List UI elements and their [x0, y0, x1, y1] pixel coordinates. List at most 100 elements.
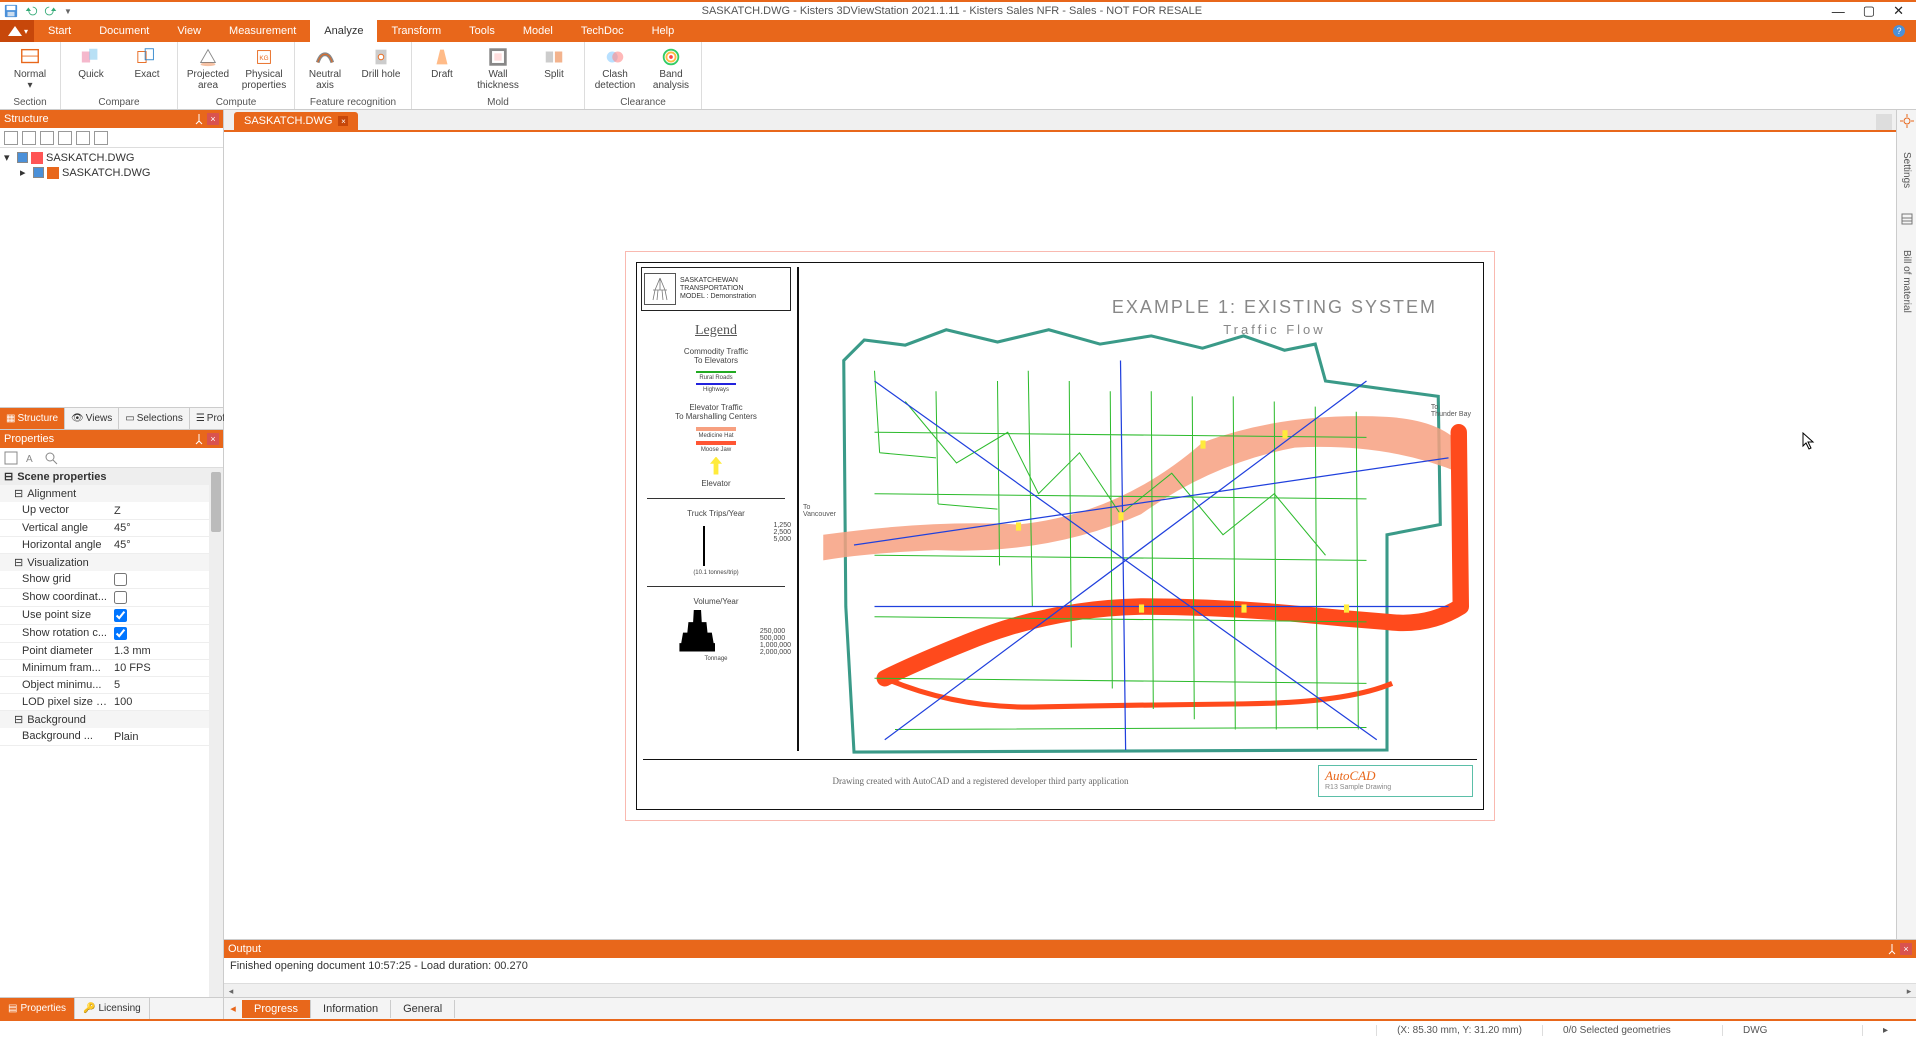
status-scroll-right[interactable]: ▸	[1862, 1025, 1908, 1036]
tree-checkbox[interactable]	[33, 167, 44, 178]
prop-value-text[interactable]: 100	[110, 694, 223, 710]
prop-value-text[interactable]: 45°	[110, 537, 223, 553]
tab-techdoc[interactable]: TechDoc	[567, 20, 638, 42]
center-area: SASKATCH.DWG × S	[224, 110, 1916, 1019]
tab-transform[interactable]: Transform	[377, 20, 455, 42]
prop-value-text[interactable]: 10 FPS	[110, 660, 223, 676]
tab-view[interactable]: View	[163, 20, 215, 42]
document-tab[interactable]: SASKATCH.DWG ×	[234, 112, 358, 130]
prop-checkbox[interactable]	[114, 609, 127, 622]
prop-value-text[interactable]: 1.3 mm	[110, 643, 223, 659]
panel-close-button[interactable]: ×	[1900, 943, 1912, 955]
panel-close-button[interactable]: ×	[207, 433, 219, 445]
band-analysis-button[interactable]: Band analysis	[647, 44, 695, 96]
tab-document[interactable]: Document	[85, 20, 163, 42]
left-tab-selections[interactable]: ▭ Selections	[119, 408, 190, 429]
expand-icon[interactable]: ▸	[20, 166, 30, 179]
bottom-tab-progress[interactable]: Progress	[242, 1000, 311, 1018]
properties-scrollbar[interactable]	[209, 468, 223, 997]
pin-icon[interactable]	[1886, 943, 1898, 955]
minimize-button[interactable]: —	[1832, 4, 1845, 19]
left-tab-structure[interactable]: ▦ Structure	[0, 408, 65, 429]
prop-search-icon[interactable]	[44, 451, 58, 465]
app-menu-button[interactable]: ▾	[0, 20, 34, 42]
ribbon-content: Normal▾ Section Quick Exact Compare Proj…	[0, 42, 1916, 110]
compare-quick-button[interactable]: Quick	[67, 44, 115, 96]
clearance-group-label: Clearance	[591, 96, 695, 109]
split-button[interactable]: Split	[530, 44, 578, 96]
prop-category-visualization[interactable]: ⊟ Visualization	[0, 554, 223, 571]
right-tab-bom[interactable]: Bill of material	[1901, 246, 1912, 317]
left-tab-views[interactable]: 👁 Views	[65, 408, 119, 429]
tab-tools[interactable]: Tools	[455, 20, 509, 42]
viewport[interactable]: SASKATCHEWANTRANSPORTATIONMODEL : Demons…	[224, 132, 1896, 939]
projected-area-button[interactable]: Projected area	[184, 44, 232, 96]
prop-checkbox[interactable]	[114, 591, 127, 604]
maximize-button[interactable]: ▢	[1863, 3, 1875, 19]
bottom-tab-general[interactable]: General	[391, 1000, 455, 1018]
tab-start[interactable]: Start	[34, 20, 85, 42]
save-icon[interactable]	[4, 4, 18, 18]
document-tab-menu[interactable]	[1876, 114, 1892, 130]
structure-tool-3[interactable]	[40, 131, 54, 145]
structure-tool-5[interactable]	[76, 131, 90, 145]
tree-row-root[interactable]: ▾ SASKATCH.DWG	[4, 150, 219, 165]
help-icon[interactable]: ?	[1882, 20, 1916, 42]
prop-name: Point diameter	[0, 643, 110, 659]
prop-value-dropdown[interactable]: Plain▾	[110, 728, 223, 745]
compare-exact-button[interactable]: Exact	[123, 44, 171, 96]
settings-icon[interactable]	[1900, 114, 1914, 128]
status-coords: (X: 85.30 mm, Y: 31.20 mm)	[1376, 1025, 1542, 1036]
drill-hole-button[interactable]: Drill hole	[357, 44, 405, 96]
tab-scroll-left[interactable]: ◂	[224, 1002, 242, 1015]
bom-icon[interactable]	[1900, 212, 1914, 226]
qat-dropdown-icon[interactable]: ▼	[64, 7, 72, 16]
tab-measurement[interactable]: Measurement	[215, 20, 310, 42]
bottom-tab-licensing[interactable]: 🔑 Licensing	[75, 998, 150, 1019]
svg-text:A: A	[26, 454, 33, 465]
undo-icon[interactable]	[24, 4, 38, 18]
structure-tool-6[interactable]	[94, 131, 108, 145]
structure-tree: ▾ SASKATCH.DWG ▸ SASKATCH.DWG	[0, 148, 223, 407]
prop-category-scene[interactable]: ⊟ Scene properties	[0, 468, 223, 485]
tree-row-child[interactable]: ▸ SASKATCH.DWG	[4, 165, 219, 180]
prop-value-dropdown[interactable]: Z▾	[110, 502, 223, 519]
dwg-file-icon	[31, 152, 43, 164]
tab-analyze[interactable]: Analyze	[310, 20, 377, 42]
drawing-footer: Drawing created with AutoCAD and a regis…	[643, 759, 1477, 803]
pin-icon[interactable]	[193, 113, 205, 125]
clash-detection-button[interactable]: Clash detection	[591, 44, 639, 96]
right-tab-settings[interactable]: Settings	[1901, 148, 1912, 192]
bottom-tab-information[interactable]: Information	[311, 1000, 391, 1018]
tree-checkbox[interactable]	[17, 152, 28, 163]
draft-button[interactable]: Draft	[418, 44, 466, 96]
structure-tool-4[interactable]	[58, 131, 72, 145]
prop-value-text[interactable]: 45°	[110, 520, 223, 536]
pin-icon[interactable]	[193, 433, 205, 445]
prop-value-text[interactable]: 5	[110, 677, 223, 693]
prop-alpha-icon[interactable]: A	[24, 451, 38, 465]
expand-icon[interactable]: ▾	[4, 151, 14, 164]
neutral-axis-button[interactable]: Neutral axis	[301, 44, 349, 96]
redo-icon[interactable]	[44, 4, 58, 18]
tab-close-icon[interactable]: ×	[338, 116, 348, 126]
map-area: EXAMPLE 1: EXISTING SYSTEMTraffic Flow	[805, 269, 1477, 751]
close-button[interactable]: ✕	[1893, 3, 1904, 19]
prop-category-alignment[interactable]: ⊟ Alignment	[0, 485, 223, 502]
prop-name: Show grid	[0, 571, 110, 588]
bottom-tab-properties[interactable]: ▤ Properties	[0, 998, 75, 1019]
structure-tool-1[interactable]	[4, 131, 18, 145]
prop-categorize-icon[interactable]	[4, 451, 18, 465]
wall-thickness-button[interactable]: Wall thickness	[474, 44, 522, 96]
section-normal-button[interactable]: Normal▾	[6, 44, 54, 96]
prop-checkbox[interactable]	[114, 627, 127, 640]
prop-checkbox[interactable]	[114, 573, 127, 586]
tab-help[interactable]: Help	[638, 20, 689, 42]
prop-category-background[interactable]: ⊟ Background	[0, 711, 223, 728]
structure-tool-2[interactable]	[22, 131, 36, 145]
output-scrollbar[interactable]: ◂▸	[224, 983, 1916, 997]
output-body: Finished opening document 10:57:25 - Loa…	[224, 958, 1916, 983]
physical-properties-button[interactable]: KGPhysical properties	[240, 44, 288, 96]
tab-model[interactable]: Model	[509, 20, 567, 42]
panel-close-button[interactable]: ×	[207, 113, 219, 125]
